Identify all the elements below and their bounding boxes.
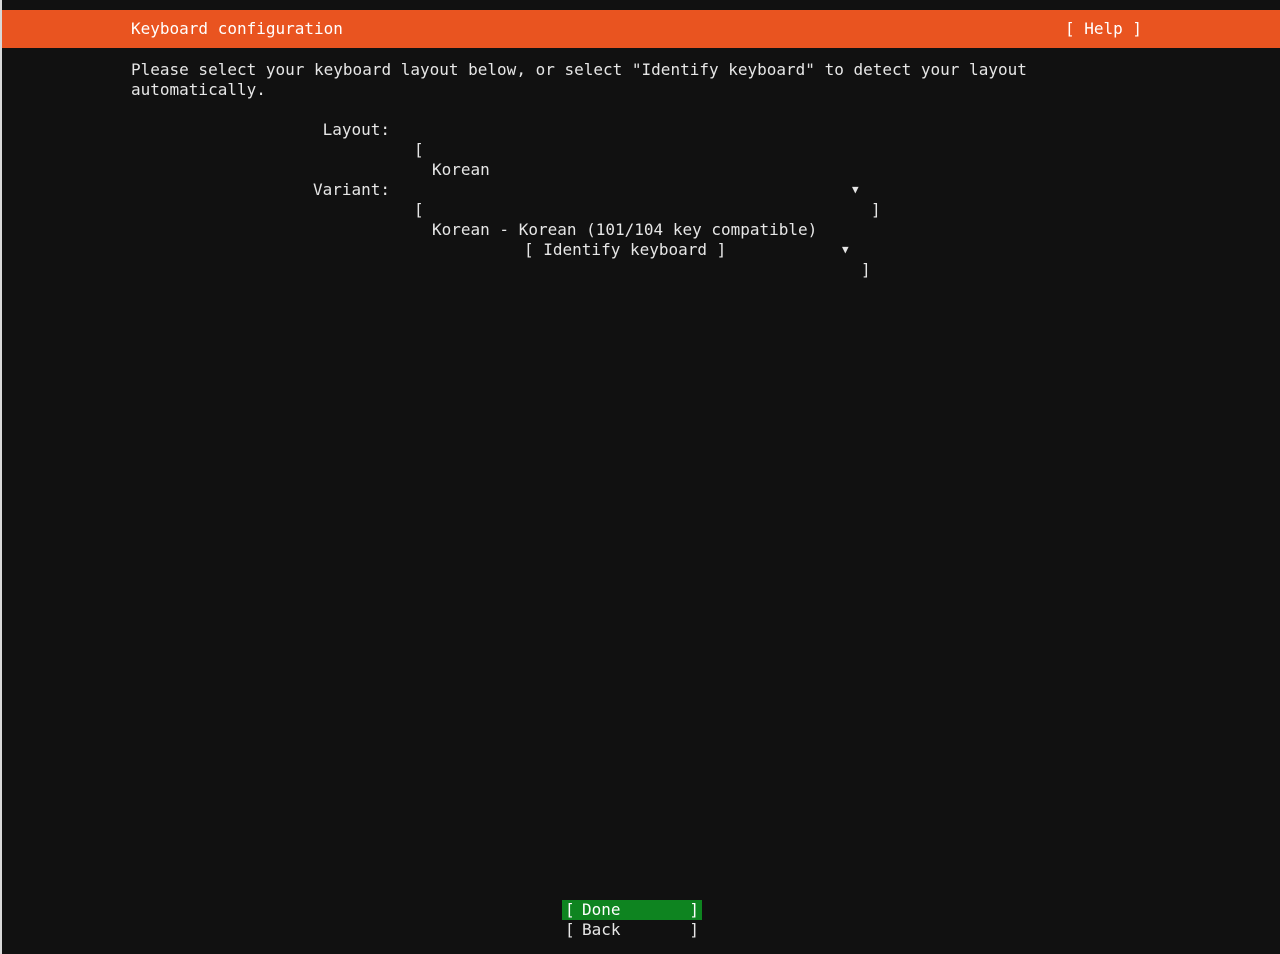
page-title: Keyboard configuration [131, 19, 343, 38]
variant-label: Variant: [312, 180, 390, 199]
help-button[interactable]: [ Help ] [1065, 19, 1142, 39]
intro-text: Please select your keyboard layout below… [131, 60, 1027, 100]
variant-value: Korean - Korean (101/104 key compatible) [432, 220, 818, 239]
header-bar: Keyboard configuration [ Help ] [2, 10, 1280, 48]
variant-close-bracket: ] [861, 260, 871, 279]
done-close-bracket: ] [689, 900, 699, 919]
left-border [0, 0, 2, 954]
variant-select[interactable]: [ Korean - Korean (101/104 key compatibl… [414, 180, 884, 279]
identify-keyboard-button[interactable]: [ Identify keyboard ] [524, 240, 726, 260]
top-border [0, 0, 1280, 9]
layout-close-bracket: ] [871, 200, 881, 219]
done-label: Done [582, 900, 621, 919]
layout-select[interactable]: [ Korean ▼ ] [414, 120, 884, 219]
back-close-bracket: ] [689, 920, 699, 939]
back-button[interactable]: [ Back ] [562, 920, 702, 940]
intro-line-2: automatically. [131, 80, 266, 99]
back-label: Back [582, 920, 621, 939]
done-open-bracket: [ [565, 900, 575, 919]
intro-line-1: Please select your keyboard layout below… [131, 60, 1027, 79]
layout-open-bracket: [ [414, 140, 424, 159]
layout-value: Korean [432, 160, 490, 179]
back-open-bracket: [ [565, 920, 575, 939]
done-button[interactable]: [ Done ] [562, 900, 702, 920]
variant-open-bracket: [ [414, 200, 424, 219]
chevron-down-icon: ▼ [842, 243, 849, 256]
layout-label: Layout: [322, 120, 390, 139]
